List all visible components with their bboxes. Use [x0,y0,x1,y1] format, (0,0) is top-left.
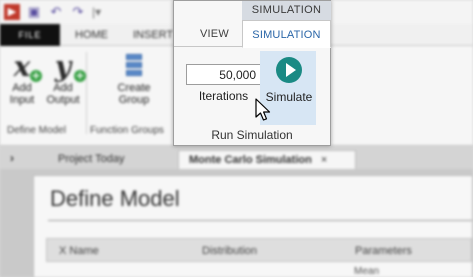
column-parameters[interactable]: Parameters [355,245,412,257]
iterations-input[interactable] [186,64,261,85]
group-define-model-label: Define Model [7,125,66,136]
close-icon[interactable]: × [321,154,327,166]
customize-toolbar-icon[interactable]: |▾ [92,5,101,19]
content-area: Define Model X Name Distribution Paramet… [0,169,473,277]
title-divider [48,220,472,221]
tab-project-today[interactable]: Project Today [48,150,134,169]
y-variable-icon: y + [54,50,86,83]
model-grid-header: X Name Distribution Parameters [46,238,472,262]
create-group-icon [121,52,147,82]
tab-monte-carlo-label: Monte Carlo Simulation [189,154,312,166]
tab-insert[interactable]: INSERT [133,24,173,46]
undo-icon[interactable]: ↶ [48,4,64,20]
x-variable-icon: x + [13,50,42,83]
add-output-button[interactable]: y + Add Output [44,50,86,106]
play-icon [276,57,302,83]
define-model-panel: Define Model X Name Distribution Paramet… [33,175,473,277]
tab-home[interactable]: HOME [75,24,108,46]
tab-simulation[interactable]: SIMULATION [242,20,331,48]
group-divider [86,52,87,134]
parameter-mean-cell: Mean [354,266,380,277]
tab-monte-carlo-simulation[interactable]: Monte Carlo Simulation × [178,150,356,169]
add-input-button[interactable]: x + Add Input [6,50,42,106]
page-title: Define Model [50,186,180,211]
add-output-label: Add Output [46,82,80,106]
mouse-pointer-icon [255,98,271,121]
chevron-right-icon[interactable]: › [10,151,14,165]
group-run-simulation-label: Run Simulation [211,128,293,142]
column-distribution[interactable]: Distribution [202,245,257,257]
document-tabs: › Project Today Monte Carlo Simulation × [0,147,473,169]
tab-file[interactable]: FILE [0,24,60,46]
group-function-groups-label: Function Groups [90,125,164,136]
create-group-label: Create Group [117,82,151,106]
popup-tab-row: VIEW SIMULATION [174,20,331,48]
save-icon[interactable]: ▣ [26,4,42,20]
simulation-ribbon-popup: SIMULATION VIEW SIMULATION Iterations Si… [173,0,331,146]
iterations-label: Iterations [198,89,249,103]
add-input-label: Add Input [9,82,35,106]
redo-icon[interactable]: ↷ [70,4,86,20]
app-icon[interactable]: ▶ [4,4,20,20]
context-tab-simulation: SIMULATION [242,1,331,20]
create-group-button[interactable]: Create Group [112,52,156,106]
tab-view[interactable]: VIEW [200,20,229,47]
column-x-name[interactable]: X Name [59,245,99,257]
